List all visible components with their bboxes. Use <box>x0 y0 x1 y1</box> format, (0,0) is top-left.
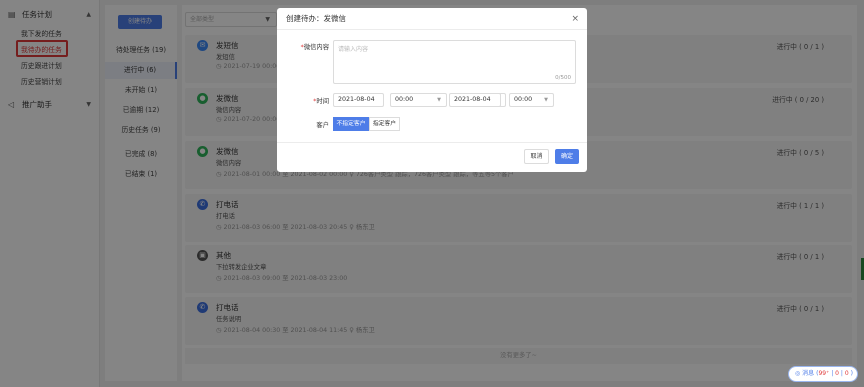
end-time-value: 00:00 <box>514 96 533 103</box>
char-counter: 0/500 <box>555 75 571 81</box>
chevron-down-icon: ▼ <box>437 97 441 103</box>
message-icon: ◎ <box>795 370 801 377</box>
badge-count-b: 0 <box>844 370 849 377</box>
end-date-input[interactable]: 2021-08-04 <box>449 93 501 107</box>
unspecified-customer-option[interactable]: 不指定客户 <box>333 117 369 131</box>
confirm-button[interactable]: 确定 <box>555 149 579 164</box>
close-icon[interactable]: × <box>571 8 579 30</box>
wechat-content-textarea[interactable]: 请输入内容 0/500 <box>333 40 576 84</box>
modal-divider <box>277 142 587 143</box>
message-badge[interactable]: ◎ 消息 (99⁺ | 0 | 0 ) <box>788 366 858 382</box>
content-placeholder: 请输入内容 <box>338 46 369 53</box>
modal-header: 创建待办：发微信 × <box>277 8 587 30</box>
content-label: *微信内容 <box>300 44 329 51</box>
start-time-select[interactable]: 00:00 ▼ <box>390 93 447 107</box>
start-date-input[interactable]: 2021-08-04 <box>333 93 384 107</box>
modal-title: 创建待办：发微信 <box>286 14 346 23</box>
message-count: 99⁺ <box>818 370 830 377</box>
badge-count-a: 0 <box>835 370 839 377</box>
badge-separator: | <box>831 370 834 377</box>
specified-customer-option[interactable]: 指定客户 <box>369 117 400 131</box>
message-label: 消息 <box>802 370 815 377</box>
time-label: *时间 <box>313 98 329 105</box>
chevron-down-icon: ▼ <box>544 97 548 103</box>
end-time-select[interactable]: 00:00 ▼ <box>509 93 554 107</box>
customer-label: 客户 <box>316 122 329 129</box>
time-label-text: 时间 <box>316 98 329 105</box>
content-label-text: 微信内容 <box>303 44 329 51</box>
cancel-button[interactable]: 取消 <box>524 149 549 164</box>
create-todo-modal: 创建待办：发微信 × *微信内容 请输入内容 0/500 *时间 2021-08… <box>277 8 587 172</box>
start-time-value: 00:00 <box>395 96 414 103</box>
